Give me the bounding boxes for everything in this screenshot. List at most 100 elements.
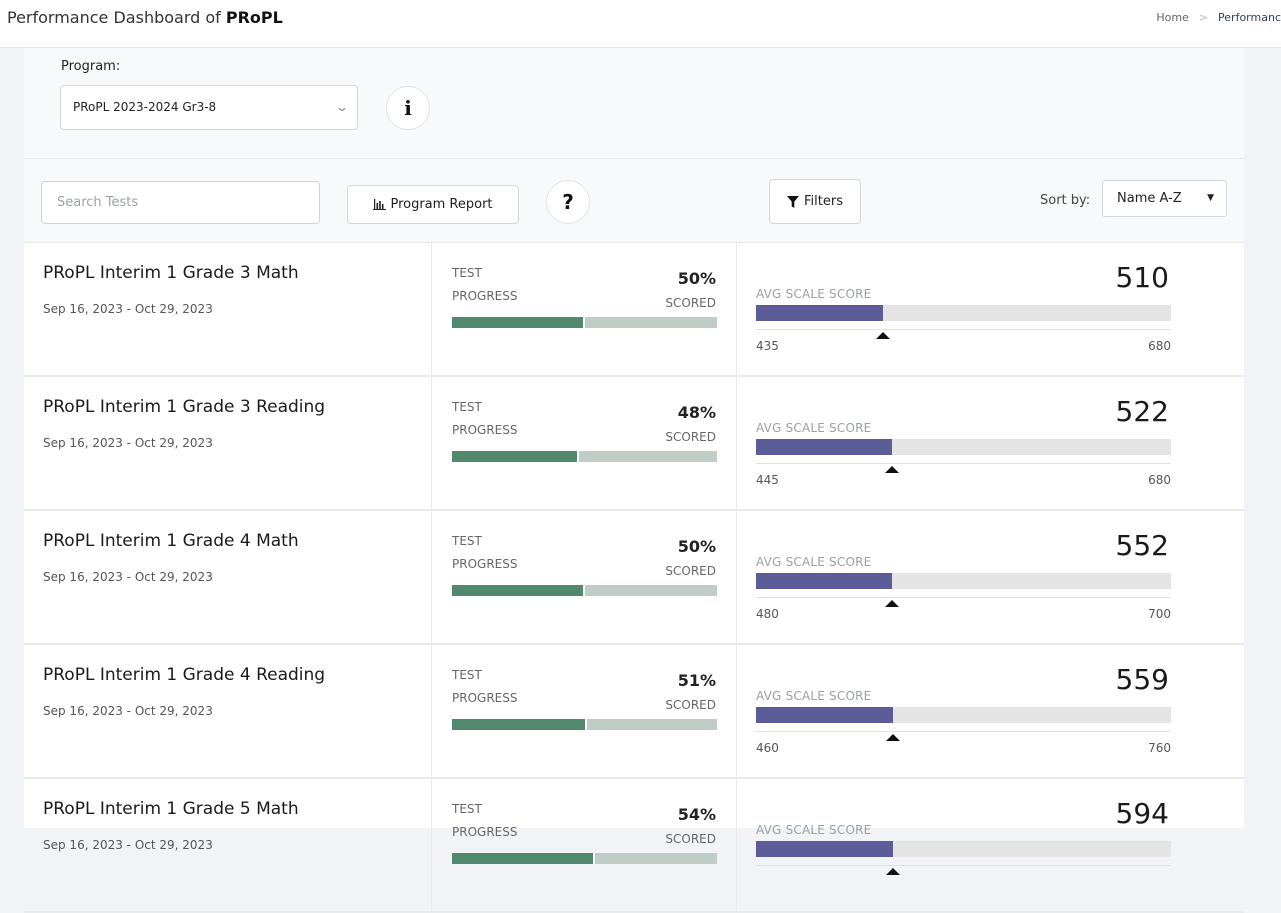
program-label: Program: xyxy=(61,59,121,74)
test-progress-percent: 54% xyxy=(677,805,716,824)
test-list: PRoPL Interim 1 Grade 3 Math Sep 16, 202… xyxy=(24,243,1244,913)
score-marker-icon xyxy=(886,734,900,741)
test-row[interactable]: PRoPL Interim 1 Grade 4 Reading Sep 16, … xyxy=(24,645,1244,779)
test-info-cell: PRoPL Interim 1 Grade 3 Math Sep 16, 202… xyxy=(24,243,432,375)
test-progress-fill xyxy=(452,451,579,462)
sort-select-value: Name A-Z xyxy=(1117,191,1182,206)
test-progress-percent: 50% xyxy=(677,269,716,288)
program-report-button[interactable]: Program Report xyxy=(347,185,519,224)
test-progress-percent: 51% xyxy=(677,671,716,690)
score-axis xyxy=(756,329,1171,330)
test-info-cell: PRoPL Interim 1 Grade 3 Reading Sep 16, … xyxy=(24,377,432,509)
score-min: 435 xyxy=(756,339,779,353)
test-info-cell: PRoPL Interim 1 Grade 5 Math Sep 16, 202… xyxy=(24,779,432,911)
avg-scale-score-value: 559 xyxy=(1115,663,1169,696)
top-bar: Performance Dashboard of PRoPL Home > Pe… xyxy=(0,0,1281,48)
test-dates: Sep 16, 2023 - Oct 29, 2023 xyxy=(43,838,213,852)
score-axis xyxy=(756,731,1171,732)
test-info-cell: PRoPL Interim 1 Grade 4 Math Sep 16, 202… xyxy=(24,511,432,643)
page-title-prefix: Performance Dashboard of xyxy=(7,8,226,27)
test-progress-fill xyxy=(452,317,585,328)
test-progress-label: TEST PROGRESS xyxy=(452,802,518,839)
breadcrumb: Home > Performanc xyxy=(1156,11,1281,24)
filters-label: Filters xyxy=(804,194,843,209)
score-marker-icon xyxy=(876,332,890,339)
test-scored-label: SCORED xyxy=(665,564,716,578)
avg-scale-score-value: 510 xyxy=(1115,261,1169,294)
test-dates: Sep 16, 2023 - Oct 29, 2023 xyxy=(43,302,213,316)
test-progress-label: TEST PROGRESS xyxy=(452,400,518,437)
caret-down-icon: ▼ xyxy=(1207,193,1214,203)
filters-button[interactable]: Filters xyxy=(769,179,861,224)
score-max: 680 xyxy=(1148,339,1171,353)
breadcrumb-separator: > xyxy=(1198,11,1209,24)
score-bar-fill xyxy=(756,707,893,723)
test-progress-bar xyxy=(452,719,717,730)
test-progress-cell: TEST PROGRESS 50% SCORED xyxy=(432,511,737,643)
test-row[interactable]: PRoPL Interim 1 Grade 3 Reading Sep 16, … xyxy=(24,377,1244,511)
test-info-cell: PRoPL Interim 1 Grade 4 Reading Sep 16, … xyxy=(24,645,432,777)
score-bar-fill xyxy=(756,439,892,455)
test-name[interactable]: PRoPL Interim 1 Grade 3 Math xyxy=(43,263,299,283)
search-tests-input[interactable] xyxy=(41,181,320,224)
score-bar xyxy=(756,439,1171,455)
question-icon: ? xyxy=(562,190,574,214)
page-title: Performance Dashboard of PRoPL xyxy=(7,8,283,27)
test-name[interactable]: PRoPL Interim 1 Grade 4 Math xyxy=(43,531,299,551)
avg-scale-score-label: AVG SCALE SCORE xyxy=(756,555,872,569)
score-bar xyxy=(756,573,1171,589)
filter-icon xyxy=(787,195,800,208)
score-bar-fill xyxy=(756,305,883,321)
info-button[interactable]: i xyxy=(386,86,430,130)
score-min: 460 xyxy=(756,741,779,755)
score-max: 680 xyxy=(1148,473,1171,487)
score-min: 445 xyxy=(756,473,779,487)
score-axis xyxy=(756,597,1171,598)
program-report-label: Program Report xyxy=(390,197,493,212)
avg-scale-score-value: 522 xyxy=(1115,395,1169,428)
test-progress-percent: 50% xyxy=(677,537,716,556)
score-axis xyxy=(756,865,1171,866)
score-marker-icon xyxy=(885,600,899,607)
avg-scale-score-value: 552 xyxy=(1115,529,1169,562)
avg-scale-score-label: AVG SCALE SCORE xyxy=(756,287,872,301)
score-marker-icon xyxy=(885,466,899,473)
test-progress-bar xyxy=(452,853,717,864)
avg-scale-score-label: AVG SCALE SCORE xyxy=(756,823,872,837)
avg-scale-score-label: AVG SCALE SCORE xyxy=(756,421,872,435)
avg-score-cell: AVG SCALE SCORE 559 460 760 xyxy=(737,645,1244,777)
test-progress-cell: TEST PROGRESS 54% SCORED xyxy=(432,779,737,911)
avg-scale-score-value: 594 xyxy=(1115,797,1169,830)
program-select[interactable]: PRoPL 2023-2024 Gr3-8 ⌄ xyxy=(60,85,358,130)
test-row[interactable]: PRoPL Interim 1 Grade 5 Math Sep 16, 202… xyxy=(24,779,1244,913)
avg-score-cell: AVG SCALE SCORE 552 480 700 xyxy=(737,511,1244,643)
test-progress-bar xyxy=(452,317,717,328)
sort-select[interactable]: Name A-Z ▼ xyxy=(1102,180,1227,217)
test-scored-label: SCORED xyxy=(665,296,716,310)
test-progress-fill xyxy=(452,585,585,596)
breadcrumb-current[interactable]: Performanc xyxy=(1218,11,1281,24)
info-icon: i xyxy=(404,96,412,120)
bar-chart-icon xyxy=(373,199,387,210)
test-progress-percent: 48% xyxy=(677,403,716,422)
test-progress-label: TEST PROGRESS xyxy=(452,534,518,571)
test-progress-cell: TEST PROGRESS 51% SCORED xyxy=(432,645,737,777)
test-progress-bar xyxy=(452,585,717,596)
avg-score-cell: AVG SCALE SCORE 594 xyxy=(737,779,1244,911)
dashboard-panel: Program: PRoPL 2023-2024 Gr3-8 ⌄ i Progr… xyxy=(24,48,1244,913)
test-name[interactable]: PRoPL Interim 1 Grade 5 Math xyxy=(43,799,299,819)
test-row[interactable]: PRoPL Interim 1 Grade 3 Math Sep 16, 202… xyxy=(24,243,1244,377)
test-name[interactable]: PRoPL Interim 1 Grade 3 Reading xyxy=(43,397,325,417)
test-progress-cell: TEST PROGRESS 48% SCORED xyxy=(432,377,737,509)
test-progress-fill xyxy=(452,719,587,730)
breadcrumb-home[interactable]: Home xyxy=(1156,11,1188,24)
test-row[interactable]: PRoPL Interim 1 Grade 4 Math Sep 16, 202… xyxy=(24,511,1244,645)
score-bar xyxy=(756,305,1171,321)
test-scored-label: SCORED xyxy=(665,430,716,444)
test-progress-bar xyxy=(452,451,717,462)
test-progress-cell: TEST PROGRESS 50% SCORED xyxy=(432,243,737,375)
help-button[interactable]: ? xyxy=(546,180,590,224)
avg-scale-score-label: AVG SCALE SCORE xyxy=(756,689,872,703)
test-dates: Sep 16, 2023 - Oct 29, 2023 xyxy=(43,436,213,450)
test-name[interactable]: PRoPL Interim 1 Grade 4 Reading xyxy=(43,665,325,685)
